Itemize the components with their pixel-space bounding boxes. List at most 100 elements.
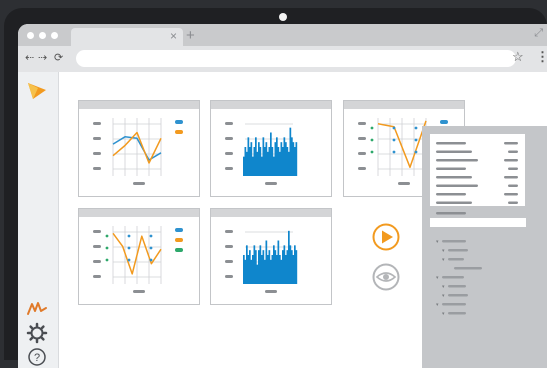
bar-chart-1: [225, 122, 298, 185]
back-icon[interactable]: ⇠: [25, 51, 34, 64]
data-point: [414, 138, 418, 142]
bar: [259, 147, 262, 176]
window-control-minimize[interactable]: [39, 32, 46, 39]
window-control-maximize[interactable]: [51, 32, 58, 39]
data-point: [105, 258, 109, 262]
preview-button[interactable]: [371, 262, 401, 292]
data-point: [105, 246, 109, 250]
card-header: [79, 209, 199, 217]
tree-node: [442, 303, 466, 306]
bar: [270, 132, 272, 176]
bar: [249, 147, 251, 176]
bar: [271, 255, 274, 284]
bar: [264, 147, 266, 176]
bar: [276, 255, 278, 284]
new-tab-button[interactable]: +: [186, 27, 195, 44]
bar: [262, 137, 265, 176]
property-value: [508, 167, 518, 170]
tree-node: [448, 285, 466, 288]
y-tick-label: [93, 137, 101, 140]
line-chart-1: [93, 118, 183, 185]
y-tick-label: [93, 245, 101, 248]
y-tick-label: [225, 137, 233, 140]
bar: [265, 240, 268, 284]
property-name: [436, 142, 466, 145]
data-point: [149, 246, 153, 250]
inspector-content: ▾▾▾▾▾▾▾▾: [430, 134, 526, 317]
bar: [295, 142, 298, 176]
play-button[interactable]: [371, 222, 401, 252]
bar-chart-2: [225, 230, 298, 293]
help-label: ?: [34, 352, 40, 364]
bar: [273, 156, 275, 176]
y-tick-label: [93, 260, 101, 263]
gear-icon[interactable]: [26, 322, 48, 344]
y-tick-label: [225, 167, 233, 170]
bar: [282, 250, 284, 284]
window-control-close[interactable]: [27, 32, 34, 39]
reload-icon[interactable]: ⟳: [54, 51, 63, 64]
bar: [256, 264, 259, 284]
bar: [289, 127, 292, 176]
property-value: [508, 150, 518, 153]
bar: [286, 147, 289, 176]
fullscreen-icon[interactable]: ⤢: [534, 27, 543, 40]
laptop-frame: × + ⤢ ⇠ ⇢ ⟳ ☆ ⋮ ? ▾ ▾ ▾ ▾ ▾ ▾ ▾ ▾: [4, 8, 547, 368]
bar: [280, 142, 283, 176]
browser-window: × + ⤢ ⇠ ⇢ ⟳ ☆ ⋮ ? ▾ ▾ ▾ ▾ ▾ ▾ ▾ ▾: [18, 24, 547, 368]
property-value: [508, 184, 518, 187]
chart-card-1[interactable]: [78, 100, 200, 197]
bar: [243, 255, 245, 284]
forward-icon[interactable]: ⇢: [38, 51, 47, 64]
data-point: [127, 258, 131, 262]
y-tick-label: [93, 152, 101, 155]
star-icon[interactable]: ☆: [512, 49, 524, 65]
y-tick-label: [358, 122, 366, 125]
tree-node: [448, 249, 468, 252]
bar: [286, 250, 289, 284]
x-axis-label-placeholder: [133, 290, 145, 293]
tree-node: [448, 294, 468, 297]
data-point: [370, 126, 374, 130]
arrow-logo-icon[interactable]: [26, 80, 48, 102]
bar: [249, 250, 251, 284]
bar: [280, 259, 283, 284]
sidebar: ?: [18, 72, 59, 368]
bar: [244, 147, 247, 176]
bar: [288, 151, 290, 176]
chart-card-5[interactable]: [210, 208, 332, 305]
chart-card-2[interactable]: [210, 100, 332, 197]
bar: [276, 137, 278, 176]
tab-close-icon[interactable]: ×: [170, 29, 177, 43]
bar: [285, 255, 287, 284]
url-field[interactable]: [76, 50, 516, 67]
tree-expand-icon: ▾: [442, 257, 445, 263]
chart-card-4[interactable]: [78, 208, 200, 305]
browser-tab[interactable]: ×: [71, 28, 183, 46]
property-name: [436, 176, 472, 179]
legend-swatch: [175, 120, 183, 124]
data-point: [127, 246, 131, 250]
data-point: [370, 150, 374, 154]
y-tick-label: [93, 275, 101, 278]
bar: [250, 259, 253, 284]
bar: [283, 245, 286, 284]
help-icon[interactable]: ?: [26, 346, 48, 368]
bar: [255, 137, 257, 176]
bar: [255, 250, 257, 284]
bar: [267, 151, 269, 176]
filter-input: [430, 218, 526, 227]
bar: [273, 245, 275, 284]
bar: [246, 245, 248, 284]
y-tick-label: [358, 167, 366, 170]
data-point: [370, 138, 374, 142]
y-tick-label: [225, 230, 233, 233]
signature-icon[interactable]: [26, 296, 48, 318]
tree-expand-icon: ▾: [442, 284, 445, 290]
data-point: [149, 258, 153, 262]
kebab-menu-icon[interactable]: ⋮: [536, 49, 547, 65]
legend-swatch: [175, 248, 183, 252]
tab-bar: × + ⤢: [18, 24, 547, 46]
section-title: [436, 212, 466, 215]
y-tick-label: [225, 275, 233, 278]
